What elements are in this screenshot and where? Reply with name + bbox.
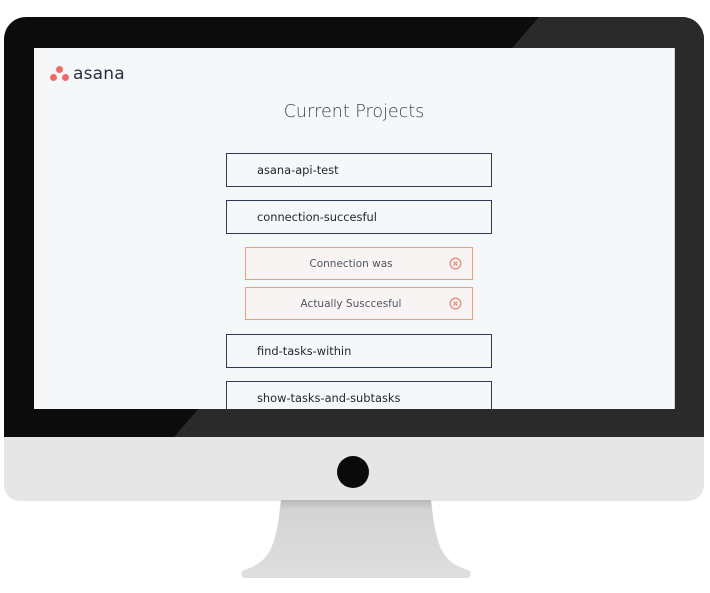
task-item[interactable]: Connection was (245, 247, 473, 280)
task-item[interactable]: Actually Susccesful (245, 287, 473, 320)
project-item[interactable]: show-tasks-and-subtasks (226, 381, 492, 409)
project-label: connection-succesful (257, 210, 377, 224)
app-screen: asana Current Projects asana-api-test co… (34, 48, 675, 409)
project-label: find-tasks-within (257, 344, 352, 358)
monitor-bezel: asana Current Projects asana-api-test co… (4, 17, 704, 437)
asana-logo[interactable]: asana (50, 64, 125, 84)
monitor-stand (241, 500, 471, 578)
logo-text: asana (73, 64, 125, 84)
page-title: Current Projects (283, 102, 425, 122)
asana-dots-icon (50, 66, 69, 82)
remove-circle-icon[interactable] (449, 297, 462, 310)
task-label: Actually Susccesful (300, 297, 402, 310)
task-label: Connection was (309, 257, 393, 270)
camera-dot-icon (337, 456, 369, 488)
project-label: show-tasks-and-subtasks (257, 391, 401, 405)
project-item[interactable]: asana-api-test (226, 153, 492, 187)
project-item[interactable]: connection-succesful (226, 200, 492, 234)
project-item[interactable]: find-tasks-within (226, 334, 492, 368)
project-label: asana-api-test (257, 163, 339, 177)
remove-circle-icon[interactable] (449, 257, 462, 270)
